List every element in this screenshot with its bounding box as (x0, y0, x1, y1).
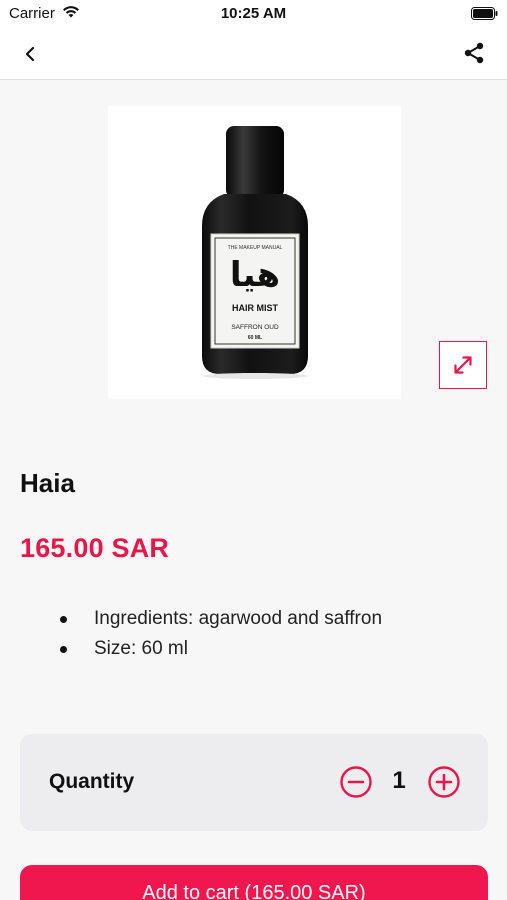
status-bar: Carrier 10:25 AM (0, 0, 507, 28)
product-details-list: Ingredients: agarwood and saffron Size: … (60, 606, 382, 666)
bullet-icon (60, 616, 67, 623)
add-to-cart-button[interactable]: Add to cart (165.00 SAR) (20, 865, 488, 900)
label-size-text: 60 ML (248, 335, 262, 341)
navigation-bar (0, 28, 507, 80)
hair-mist-bottle-image: THE MAKEUP MANUAL هيا HAIR MIST SAFFRON … (202, 126, 308, 379)
label-scent-text: SAFFRON OUD (231, 324, 279, 331)
share-button[interactable] (459, 38, 489, 68)
product-price: 165.00 SAR (20, 533, 170, 563)
expand-arrows-icon (454, 356, 472, 374)
battery-icon (471, 7, 498, 25)
plus-circle-icon[interactable] (427, 765, 461, 799)
clock-label: 10:25 AM (220, 5, 287, 22)
back-button[interactable] (16, 40, 44, 68)
chevron-left-icon (25, 46, 35, 62)
share-icon (464, 42, 484, 64)
label-arabic-text: هيا (230, 255, 280, 295)
quantity-value: 1 (392, 767, 406, 794)
bullet-icon (60, 646, 67, 653)
label-brand-text: THE MAKEUP MANUAL (228, 245, 283, 251)
expand-image-button[interactable] (439, 341, 487, 389)
minus-circle-icon[interactable] (339, 765, 373, 799)
list-item: Size: 60 ml (60, 636, 382, 666)
list-item: Ingredients: agarwood and saffron (60, 606, 382, 636)
label-type-text: HAIR MIST (232, 303, 279, 313)
quantity-label: Quantity (49, 770, 135, 793)
product-image[interactable]: THE MAKEUP MANUAL هيا HAIR MIST SAFFRON … (108, 106, 401, 399)
product-title: Haia (20, 468, 75, 498)
detail-ingredients: Ingredients: agarwood and saffron (94, 608, 383, 629)
quantity-selector: Quantity 1 (20, 734, 488, 831)
detail-size: Size: 60 ml (94, 638, 188, 659)
